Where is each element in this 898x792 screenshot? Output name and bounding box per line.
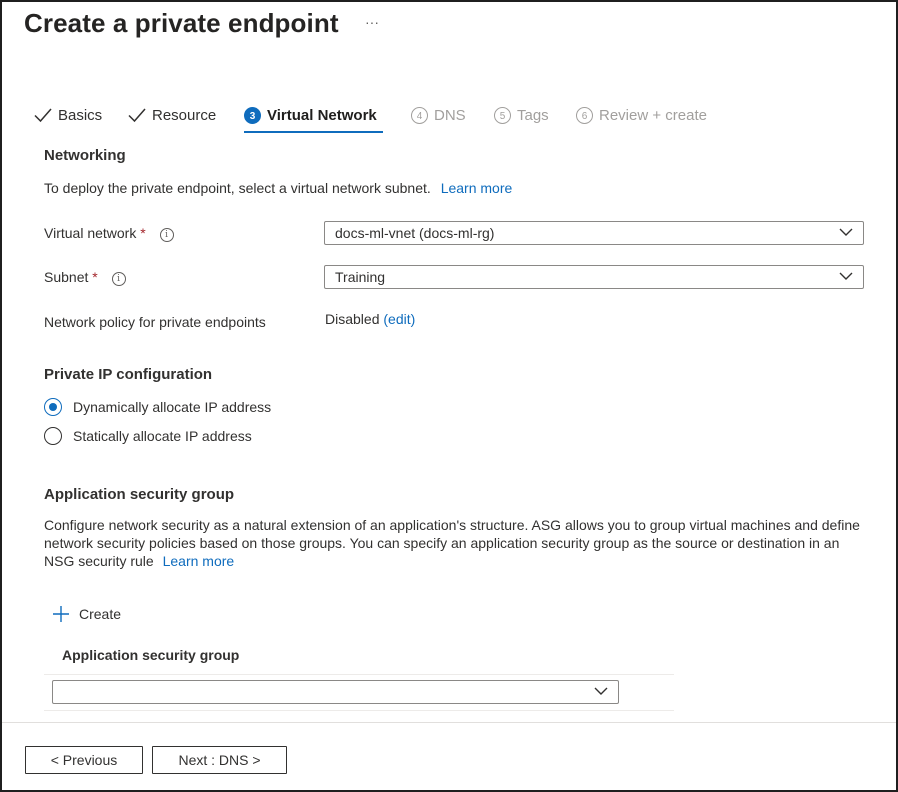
asg-dropdown[interactable] [52,680,619,704]
tab-review-create[interactable]: 6 Review + create [576,100,707,130]
tab-label: Tags [517,106,549,124]
next-dns-button[interactable]: Next : DNS > [152,746,287,774]
network-policy-value: Disabled (edit) [325,311,415,327]
field-label: Virtual network [44,225,137,241]
create-label: Create [79,606,122,622]
step-number-badge: 6 [576,106,593,124]
learn-more-link[interactable]: Learn more [163,553,235,569]
step-number-badge: 3 [244,106,261,124]
radio-selected-icon [44,398,62,416]
field-label: Subnet [44,269,89,285]
learn-more-link[interactable]: Learn more [441,180,513,196]
subnet-label: Subnet * i [44,269,126,286]
grid-row-divider [44,710,674,711]
required-asterisk: * [140,225,146,241]
private-ip-heading: Private IP configuration [44,366,213,383]
dropdown-value: Training [335,269,386,285]
radio-label: Statically allocate IP address [73,428,252,444]
radio-dynamic-ip[interactable]: Dynamically allocate IP address [44,398,271,416]
asg-description: Configure network security as a natural … [44,516,864,570]
tab-virtual-network[interactable]: 3 Virtual Network [244,100,377,130]
tab-label: Basics [58,106,103,124]
create-asg-button[interactable]: Create [52,605,121,623]
grid-row-divider [44,674,674,675]
plus-icon [53,606,69,622]
required-asterisk: * [92,269,98,285]
radio-static-ip[interactable]: Statically allocate IP address [44,427,252,445]
checkmark-icon [34,108,52,123]
virtual-network-dropdown[interactable]: docs-ml-vnet (docs-ml-rg) [324,221,864,245]
tab-label: DNS [434,106,466,124]
edit-policy-link[interactable]: (edit) [383,311,415,327]
tab-label: Review + create [599,106,707,124]
tab-label: Virtual Network [267,106,377,124]
networking-heading: Networking [44,147,126,164]
virtual-network-label: Virtual network * i [44,225,174,242]
info-icon[interactable]: i [111,272,126,286]
step-number-badge: 5 [494,106,511,124]
info-icon[interactable]: i [159,228,174,242]
asg-column-header: Application security group [62,647,240,663]
footer-divider [2,722,896,723]
chevron-down-icon [594,687,608,695]
asg-heading: Application security group [44,486,235,503]
chevron-down-icon [839,228,853,236]
chevron-down-icon [839,272,853,280]
subnet-dropdown[interactable]: Training [324,265,864,289]
tab-basics[interactable]: Basics [34,100,102,130]
more-options-button[interactable]: ··· [365,14,379,30]
description-text: To deploy the private endpoint, select a… [44,180,431,196]
checkmark-icon [128,108,146,123]
previous-button[interactable]: < Previous [25,746,143,774]
tab-tags[interactable]: 5 Tags [494,100,549,130]
page-title: Create a private endpoint [24,8,339,38]
active-tab-indicator [244,131,383,133]
networking-description: To deploy the private endpoint, select a… [44,180,512,196]
dropdown-value: docs-ml-vnet (docs-ml-rg) [335,225,495,241]
policy-status: Disabled [325,311,380,327]
tab-label: Resource [152,106,217,124]
radio-label: Dynamically allocate IP address [73,399,272,415]
tab-resource[interactable]: Resource [128,100,216,130]
radio-unselected-icon [44,427,62,445]
network-policy-label: Network policy for private endpoints [44,314,266,330]
tab-dns[interactable]: 4 DNS [411,100,466,130]
step-number-badge: 4 [411,106,428,124]
